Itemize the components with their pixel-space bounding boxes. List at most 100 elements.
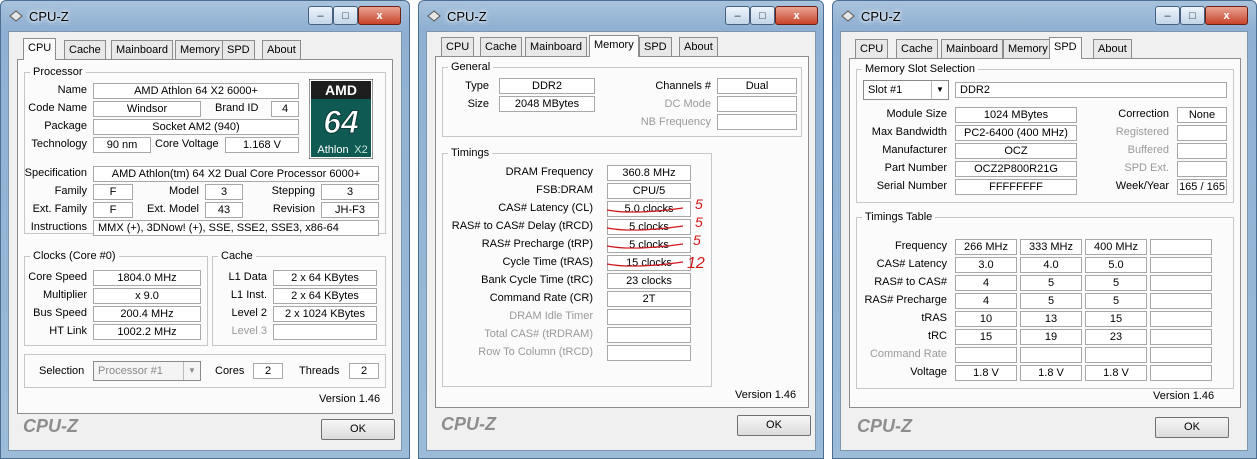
close-button[interactable]: x — [1205, 6, 1248, 25]
serial-number-value: FFFFFFFF — [955, 179, 1077, 195]
close-button[interactable]: x — [358, 6, 401, 25]
tab-mainboard[interactable]: Mainboard — [941, 39, 1003, 59]
type-value: DDR2 — [499, 78, 595, 94]
model-label: Model — [169, 185, 199, 197]
timings-cell: 1.8 V — [1085, 365, 1147, 381]
week-year-value: 165 / 165 — [1177, 179, 1227, 195]
title-bar[interactable]: CPU-Z – □ x — [833, 1, 1256, 31]
core-voltage-label: Core Voltage — [155, 138, 219, 150]
timings-row-label: RAS# to CAS# — [874, 276, 947, 288]
dc-mode-label: DC Mode — [664, 98, 711, 110]
title-bar[interactable]: CPU-Z – □ x — [419, 1, 823, 31]
minimize-button[interactable]: – — [725, 6, 750, 25]
svg-text:64: 64 — [323, 104, 359, 140]
timings-cell: 4 — [955, 275, 1017, 291]
timings-row-label: Voltage — [910, 366, 947, 378]
bus-speed-value: 200.4 MHz — [93, 306, 201, 322]
close-button[interactable]: x — [775, 6, 818, 25]
memory-tab-page: General Type DDR2 Size 2048 MBytes Chann… — [435, 56, 809, 408]
amd-athlon-x2-logo: AMD 64 Athlon X2 — [309, 79, 373, 159]
tab-mainboard[interactable]: Mainboard — [525, 37, 587, 57]
nb-frequency-label: NB Frequency — [640, 116, 711, 128]
ht-link-value: 1002.2 MHz — [93, 324, 201, 340]
tab-spd[interactable]: SPD — [1049, 37, 1082, 59]
timing-label: Bank Cycle Time (tRC) — [481, 274, 593, 286]
maximize-button[interactable]: □ — [1180, 6, 1205, 25]
timings-row-label: tRAS — [921, 312, 947, 324]
ok-button[interactable]: OK — [1155, 417, 1229, 438]
stepping-value: 3 — [321, 184, 379, 200]
timings-row-label: CAS# Latency — [876, 258, 947, 270]
bus-speed-label: Bus Speed — [33, 307, 87, 319]
chevron-down-icon: ▼ — [931, 81, 948, 99]
timings-cell: 3.0 — [955, 257, 1017, 273]
processor-select[interactable]: Processor #1 ▼ — [93, 361, 201, 381]
tab-about[interactable]: About — [262, 40, 301, 60]
cpuz-app-icon — [841, 10, 855, 22]
ok-button[interactable]: OK — [321, 419, 395, 440]
maximize-button[interactable]: □ — [750, 6, 775, 25]
manufacturer-label: Manufacturer — [882, 144, 947, 156]
part-number-value: OCZ2P800R21G — [955, 161, 1077, 177]
core-speed-value: 1804.0 MHz — [93, 270, 201, 286]
maximize-button[interactable]: □ — [333, 6, 358, 25]
ok-button[interactable]: OK — [737, 415, 811, 436]
selection-group: Selection Processor #1 ▼ Cores 2 Threads… — [24, 354, 386, 388]
tab-cpu[interactable]: CPU — [23, 38, 57, 60]
svg-text:5: 5 — [695, 214, 703, 230]
slot-select[interactable]: Slot #1 ▼ — [863, 80, 949, 100]
spd-ext-label: SPD Ext. — [1124, 162, 1169, 174]
technology-value: 90 nm — [93, 137, 151, 153]
timing-value: 15 clocks — [607, 255, 691, 271]
dc-mode-value — [717, 96, 797, 112]
tab-cache[interactable]: Cache — [896, 39, 938, 59]
correction-value: None — [1177, 107, 1227, 123]
timings-cell — [1150, 329, 1212, 345]
cpuz-brand-text: CPU-Z — [857, 416, 912, 436]
ext-model-label: Ext. Model — [147, 203, 199, 215]
size-value: 2048 MBytes — [499, 96, 595, 112]
max-bandwidth-label: Max Bandwidth — [871, 126, 947, 138]
multiplier-value: x 9.0 — [93, 288, 201, 304]
svg-text:5: 5 — [695, 196, 703, 212]
tab-cpu[interactable]: CPU — [441, 37, 475, 57]
svg-text:X2: X2 — [354, 144, 367, 156]
memory-slot-selection-title: Memory Slot Selection — [862, 62, 979, 76]
tab-memory[interactable]: Memory — [175, 40, 225, 60]
correction-label: Correction — [1118, 108, 1169, 120]
tab-cpu[interactable]: CPU — [855, 39, 889, 59]
week-year-label: Week/Year — [1115, 180, 1169, 192]
l1-inst-label: L1 Inst. — [230, 289, 267, 301]
tab-cache[interactable]: Cache — [480, 37, 522, 57]
tab-memory[interactable]: Memory — [589, 35, 639, 57]
tab-about[interactable]: About — [679, 37, 718, 57]
minimize-button[interactable]: – — [308, 6, 333, 25]
manufacturer-value: OCZ — [955, 143, 1077, 159]
timings-table-title: Timings Table — [862, 210, 936, 224]
timing-value: 2T — [607, 291, 691, 307]
slot-type-value: DDR2 — [955, 82, 1227, 98]
window-title: CPU-Z — [447, 9, 487, 24]
timings-cell: 266 MHz — [955, 239, 1017, 255]
l1-data-value: 2 x 64 KBytes — [273, 270, 377, 286]
timing-label: Total CAS# (tRDRAM) — [484, 328, 593, 340]
name-label: Name — [57, 84, 87, 96]
revision-label: Revision — [272, 203, 315, 215]
timing-value — [607, 309, 691, 325]
tab-about[interactable]: About — [1093, 39, 1132, 59]
code-name-value: Windsor — [93, 101, 201, 117]
tab-memory[interactable]: Memory — [1003, 39, 1053, 59]
timings-cell — [1150, 239, 1212, 255]
clocks-group: Clocks (Core #0) Core Speed 1804.0 MHz M… — [24, 249, 208, 346]
minimize-button[interactable]: – — [1155, 6, 1180, 25]
timings-row-label: tRC — [928, 330, 947, 342]
tab-mainboard[interactable]: Mainboard — [111, 40, 173, 60]
title-bar[interactable]: CPU-Z – □ x — [1, 1, 409, 31]
tab-spd[interactable]: SPD — [639, 37, 672, 57]
timings-cell: 5 — [1020, 293, 1082, 309]
cpuz-brand-text: CPU-Z — [441, 414, 496, 434]
tab-cache[interactable]: Cache — [64, 40, 106, 60]
cpuz-app-icon — [427, 10, 441, 22]
tab-spd[interactable]: SPD — [222, 40, 255, 60]
version-label: Version 1.46 — [735, 389, 797, 401]
